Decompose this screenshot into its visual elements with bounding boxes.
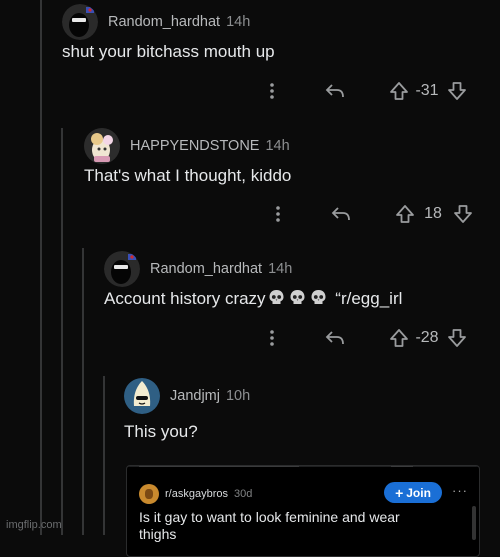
vote-score: -28	[415, 329, 439, 346]
vote-score: -31	[415, 82, 439, 99]
comment-header: Random_hardhat 14h	[104, 249, 292, 289]
comment: HAPPYENDSTONE 14h That's what I thought,…	[84, 126, 494, 236]
more-options-icon[interactable]	[262, 83, 282, 99]
upvote-icon[interactable]	[388, 81, 410, 101]
downvote-icon[interactable]	[446, 328, 468, 348]
thread-line	[61, 128, 63, 535]
downvote-icon[interactable]	[446, 81, 468, 101]
subreddit-icon	[139, 484, 159, 504]
timestamp: 14h	[226, 14, 251, 30]
thread-line	[40, 0, 42, 535]
reply-icon[interactable]	[324, 83, 346, 99]
comment: Random_hardhat 14h shut your bitchass mo…	[62, 2, 492, 112]
comment-actions: -31	[262, 77, 468, 105]
comment-header: Jandjmj 10h	[124, 376, 250, 416]
comment-body: shut your bitchass mouth up	[62, 42, 275, 61]
comment-header: Random_hardhat 14h	[62, 2, 250, 42]
username[interactable]: HAPPYENDSTONE	[130, 138, 259, 154]
join-button[interactable]: + Join	[384, 482, 442, 503]
timestamp: 10h	[225, 388, 251, 404]
comment-body: Account history crazy “r/egg_irl	[104, 289, 402, 309]
upvote-icon[interactable]	[394, 204, 416, 224]
comment: Jandjmj 10h This you?	[124, 376, 494, 456]
vote-score: 18	[424, 205, 442, 222]
plus-icon: +	[395, 484, 404, 501]
username[interactable]: Jandjmj	[170, 388, 220, 404]
avatar[interactable]	[62, 4, 98, 40]
embed-more-options-icon[interactable]: ···	[452, 483, 468, 498]
timestamp: 14h	[268, 261, 293, 277]
comment-body: That's what I thought, kiddo	[84, 166, 292, 185]
comment-actions: -28	[262, 324, 468, 352]
reply-icon[interactable]	[324, 330, 346, 346]
skull-emoji-icon	[289, 289, 306, 306]
thread-line	[82, 248, 84, 535]
embed-subreddit-row: r/askgaybros 30d	[139, 484, 252, 504]
comment-body-text: Account history crazy	[104, 289, 266, 308]
embed-top-mark	[391, 466, 413, 467]
skull-emoji-icon	[310, 289, 327, 306]
more-options-icon[interactable]	[262, 330, 282, 346]
embed-post-title[interactable]: Is it gay to want to look feminine and w…	[139, 509, 439, 543]
downvote-icon[interactable]	[452, 204, 474, 224]
comment: Random_hardhat 14h Account history crazy…	[104, 249, 494, 359]
comment-body-text: “r/egg_irl	[335, 289, 403, 308]
comment-actions: 18	[268, 200, 474, 228]
avatar[interactable]	[124, 378, 160, 414]
embed-top-mark	[139, 466, 299, 467]
timestamp: 14h	[265, 138, 290, 154]
reply-icon[interactable]	[330, 206, 352, 222]
upvote-icon[interactable]	[388, 328, 410, 348]
embed-timestamp: 30d	[233, 488, 253, 500]
subreddit-name[interactable]: r/askgaybros	[165, 488, 228, 500]
skull-emoji-icon	[268, 289, 285, 306]
username[interactable]: Random_hardhat	[108, 14, 220, 30]
avatar[interactable]	[104, 251, 140, 287]
thread-line	[103, 376, 105, 535]
comment-header: HAPPYENDSTONE 14h	[84, 126, 290, 166]
watermark: imgflip.com	[6, 519, 62, 531]
username[interactable]: Random_hardhat	[150, 261, 262, 277]
comment-body: This you?	[124, 422, 198, 441]
join-label: Join	[406, 485, 431, 500]
avatar[interactable]	[84, 128, 120, 164]
more-options-icon[interactable]	[268, 206, 288, 222]
embedded-post-image[interactable]: r/askgaybros 30d + Join ··· Is it gay to…	[126, 465, 480, 557]
